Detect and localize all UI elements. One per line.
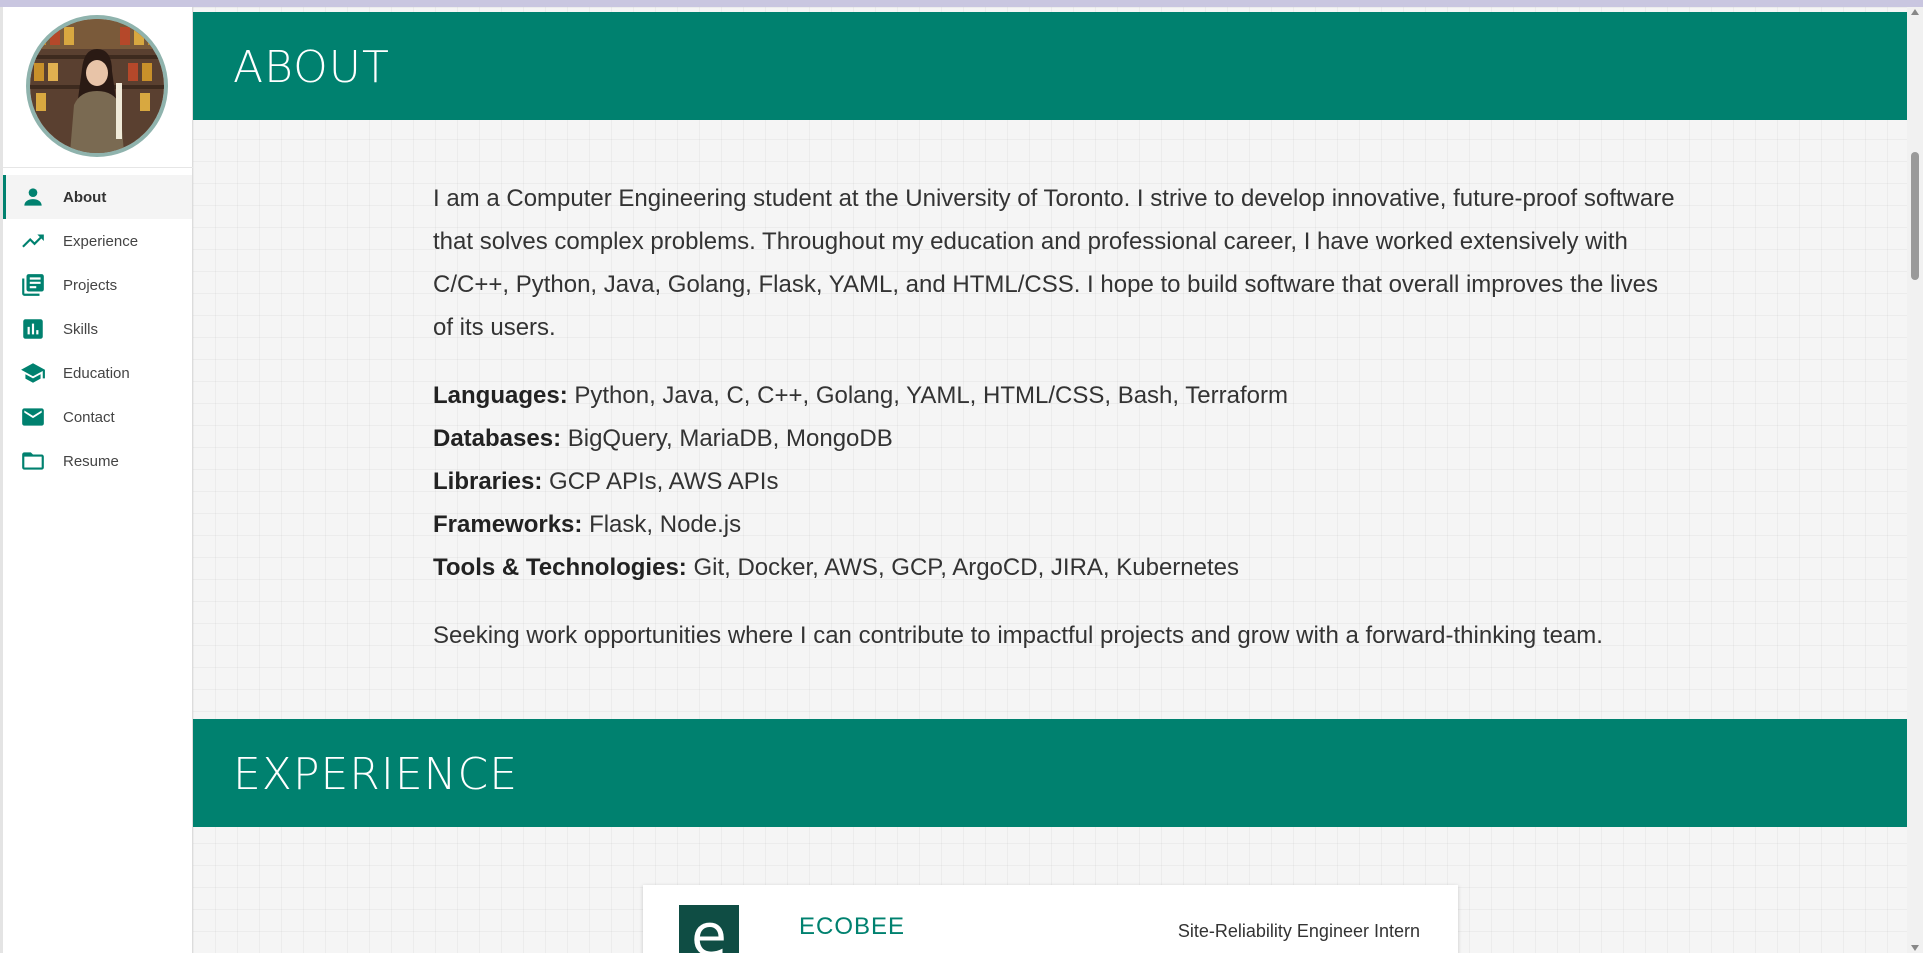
skill-key: Databases: [433, 425, 562, 452]
skill-value: Flask, Node.js [589, 511, 742, 538]
scroll-down-arrow-icon[interactable] [1911, 945, 1919, 951]
sidebar-item-label: About [63, 188, 107, 206]
person-icon [19, 183, 47, 211]
main-content[interactable]: ABOUT I am a Computer Engineering studen… [193, 7, 1907, 953]
sidebar-item-label: Skills [63, 320, 99, 338]
skill-row-frameworks: Frameworks: Flask, Node.js [433, 503, 1683, 546]
sidebar-item-education[interactable]: Education [3, 351, 192, 395]
skill-key: Libraries: [433, 468, 543, 495]
sidebar-nav: About Experience Projects Skills Educati… [3, 175, 192, 483]
sidebar-item-skills[interactable]: Skills [3, 307, 192, 351]
sidebar-item-contact[interactable]: Contact [3, 395, 192, 439]
skill-value: Git, Docker, AWS, GCP, ArgoCD, JIRA, Kub… [693, 554, 1239, 581]
company-name: ECOBEE [799, 913, 906, 940]
experience-title: EXPERIENCE [233, 749, 519, 800]
scroll-thumb[interactable] [1911, 152, 1919, 280]
sidebar-item-about[interactable]: About [3, 175, 192, 219]
email-icon [19, 403, 47, 431]
avatar-container [3, 7, 193, 168]
about-section-header: ABOUT [193, 12, 1907, 120]
bar-chart-icon [19, 315, 47, 343]
page-scrollbar[interactable] [1907, 7, 1923, 953]
skill-key: Frameworks: [433, 511, 583, 538]
sidebar-item-label: Experience [63, 232, 139, 250]
library-books-icon [19, 271, 47, 299]
ecobee-logo-icon: e [679, 905, 739, 953]
skill-value: GCP APIs, AWS APIs [549, 468, 779, 495]
about-title: ABOUT [233, 42, 390, 93]
sidebar-item-resume[interactable]: Resume [3, 439, 192, 483]
skills-list: Languages: Python, Java, C, C++, Golang,… [433, 374, 1683, 589]
avatar-photo-illustration [30, 19, 164, 153]
about-seeking: Seeking work opportunities where I can c… [433, 622, 1603, 649]
skill-value: Python, Java, C, C++, Golang, YAML, HTML… [574, 382, 1288, 409]
folder-icon [19, 447, 47, 475]
trending-up-icon [19, 227, 47, 255]
sidebar: About Experience Projects Skills Educati… [3, 7, 193, 953]
skill-value: BigQuery, MariaDB, MongoDB [567, 425, 893, 452]
skill-row-databases: Databases: BigQuery, MariaDB, MongoDB [433, 417, 1683, 460]
skill-row-tools: Tools & Technologies: Git, Docker, AWS, … [433, 546, 1683, 589]
sidebar-item-label: Education [63, 364, 130, 382]
skill-row-languages: Languages: Python, Java, C, C++, Golang,… [433, 374, 1683, 417]
about-intro: I am a Computer Engineering student at t… [433, 185, 1675, 341]
sidebar-item-experience[interactable]: Experience [3, 219, 192, 263]
sidebar-item-projects[interactable]: Projects [3, 263, 192, 307]
sidebar-item-label: Resume [63, 452, 119, 470]
experience-section-header: EXPERIENCE [193, 719, 1907, 827]
avatar [26, 15, 168, 157]
window-top-bar [0, 0, 1923, 7]
scroll-up-arrow-icon[interactable] [1911, 9, 1919, 15]
job-title: Site-Reliability Engineer Intern [1177, 921, 1420, 941]
experience-card[interactable]: e ECOBEE Site-Reliability Engineer Inter… [643, 885, 1458, 953]
sidebar-item-label: Projects [63, 276, 118, 294]
skill-row-libraries: Libraries: GCP APIs, AWS APIs [433, 460, 1683, 503]
graduation-cap-icon [19, 359, 47, 387]
sidebar-item-label: Contact [63, 408, 115, 426]
skill-key: Tools & Technologies: [433, 554, 687, 581]
about-content: I am a Computer Engineering student at t… [433, 177, 1683, 657]
skill-key: Languages: [433, 382, 568, 409]
